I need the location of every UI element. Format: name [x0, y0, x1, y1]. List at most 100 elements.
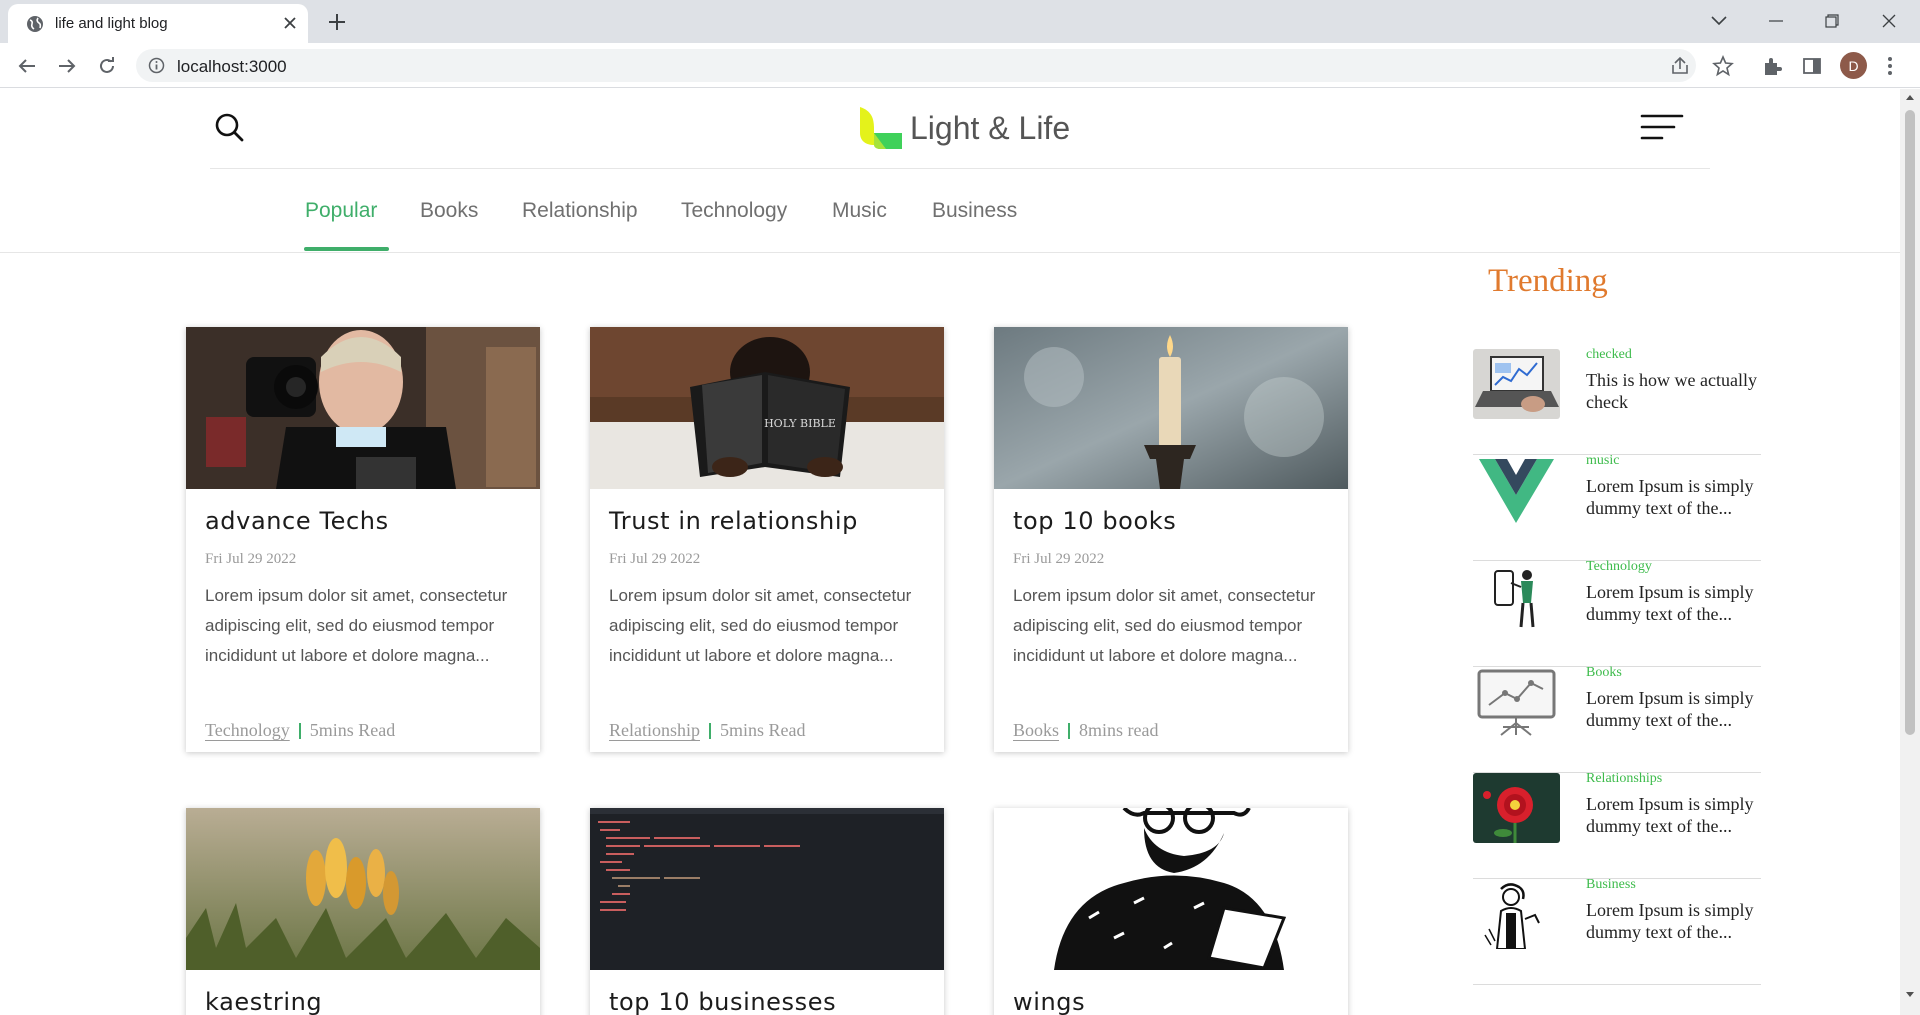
extensions-puzzle-icon[interactable] — [1761, 55, 1783, 77]
post-read-time: 5mins Read — [309, 720, 396, 740]
tab-business[interactable]: Business — [932, 199, 1017, 223]
post-card[interactable]: wings — [994, 808, 1348, 1015]
trending-heading: Trending — [1488, 263, 1608, 299]
browser-tab-strip: life and light blog — [0, 0, 1920, 43]
reload-button[interactable] — [92, 51, 122, 81]
post-card[interactable]: kaestring — [186, 808, 540, 1015]
post-date: Fri Jul 29 2022 — [1013, 551, 1105, 567]
trending-item[interactable]: checked This is how we actually check — [1473, 347, 1761, 455]
person-with-phone-illustration — [1473, 561, 1560, 631]
post-date: Fri Jul 29 2022 — [609, 551, 701, 567]
browser-toolbar: localhost:3000 D — [0, 43, 1920, 88]
tab-search-button[interactable] — [1696, 6, 1742, 36]
trending-title[interactable]: Lorem Ipsum is simply dummy text of the.… — [1586, 687, 1761, 731]
post-title[interactable]: advance Techs — [205, 507, 389, 535]
address-bar[interactable]: localhost:3000 — [136, 49, 1696, 82]
trending-title[interactable]: Lorem Ipsum is simply dummy text of the.… — [1586, 581, 1761, 625]
tab-title: life and light blog — [55, 15, 168, 32]
post-title[interactable]: Trust in relationship — [609, 507, 858, 535]
presentation-board-icon — [1473, 667, 1560, 737]
post-category-link[interactable]: Books — [1013, 720, 1059, 741]
page-scrollbar[interactable] — [1900, 89, 1920, 1015]
trending-category[interactable]: Technology — [1586, 559, 1652, 575]
scroll-up-arrow-icon[interactable] — [1905, 93, 1915, 103]
trending-item[interactable]: Books Lorem Ipsum is simply dummy text o… — [1473, 665, 1761, 773]
profile-avatar[interactable]: D — [1840, 52, 1867, 79]
trending-item[interactable]: Business Lorem Ipsum is simply dummy tex… — [1473, 877, 1761, 985]
post-footer: Relationship 5mins Read — [609, 720, 806, 741]
post-title[interactable]: top 10 businesses — [609, 988, 836, 1015]
header-divider — [210, 168, 1710, 169]
post-read-time: 8mins read — [1079, 720, 1159, 740]
forward-button[interactable] — [52, 51, 82, 81]
site-brand[interactable]: Light & Life — [858, 105, 1070, 151]
back-button[interactable] — [12, 51, 42, 81]
post-excerpt: Lorem ipsum dolor sit amet, consectetur … — [1013, 586, 1316, 665]
site-info-icon[interactable] — [148, 57, 165, 74]
trending-item[interactable]: music Lorem Ipsum is simply dummy text o… — [1473, 453, 1761, 561]
red-flower-photo — [1473, 773, 1560, 843]
trending-title[interactable]: Lorem Ipsum is simply dummy text of the.… — [1586, 793, 1761, 837]
trending-category[interactable]: Business — [1586, 877, 1636, 893]
footer-separator — [298, 722, 301, 739]
tab-books[interactable]: Books — [420, 199, 478, 223]
share-icon[interactable] — [1669, 55, 1691, 77]
bible-cover-text: HOLY BIBLE — [764, 417, 836, 430]
tab-music[interactable]: Music — [832, 199, 887, 223]
minimize-button[interactable] — [1753, 6, 1799, 36]
close-window-button[interactable] — [1866, 6, 1912, 36]
person-sketch-illustration — [1473, 879, 1560, 949]
restore-button[interactable] — [1809, 6, 1855, 36]
new-tab-icon[interactable] — [325, 10, 349, 34]
bookmark-star-icon[interactable] — [1712, 55, 1734, 77]
crocus-flowers-photo — [186, 808, 540, 970]
post-card[interactable]: HOLY BIBLE Trust in relationship Fri Jul… — [590, 327, 944, 752]
minimize-icon — [1769, 20, 1783, 22]
scrollbar-thumb[interactable] — [1905, 110, 1915, 735]
child-reading-holy-bible-photo: HOLY BIBLE — [590, 327, 944, 489]
search-icon[interactable] — [213, 111, 245, 143]
chevron-down-icon — [1711, 16, 1727, 26]
trending-category[interactable]: music — [1586, 453, 1619, 469]
post-excerpt: Lorem ipsum dolor sit amet, consectetur … — [609, 586, 912, 665]
close-tab-icon[interactable] — [281, 14, 299, 32]
candle-photo — [994, 327, 1348, 489]
tab-technology[interactable]: Technology — [681, 199, 787, 223]
trending-category[interactable]: checked — [1586, 347, 1632, 363]
tab-relationship[interactable]: Relationship — [522, 199, 638, 223]
trending-title[interactable]: This is how we actually check — [1586, 369, 1761, 413]
post-card[interactable]: advance Techs Fri Jul 29 2022 Lorem ipsu… — [186, 327, 540, 752]
reload-icon — [100, 57, 114, 73]
post-title[interactable]: kaestring — [205, 988, 322, 1015]
post-category-link[interactable]: Relationship — [609, 720, 700, 741]
more-vert-icon[interactable] — [1886, 55, 1894, 77]
url-text: localhost:3000 — [177, 57, 287, 76]
trending-title[interactable]: Lorem Ipsum is simply dummy text of the.… — [1586, 899, 1761, 943]
tab-popular[interactable]: Popular — [305, 199, 377, 223]
post-footer: Books 8mins read — [1013, 720, 1159, 741]
vue-logo — [1473, 455, 1560, 525]
side-panel-icon[interactable] — [1801, 55, 1823, 77]
browser-tab[interactable]: life and light blog — [8, 4, 308, 43]
post-category-link[interactable]: Technology — [205, 720, 290, 741]
nav-divider — [0, 252, 1900, 253]
post-title[interactable]: wings — [1013, 988, 1085, 1015]
trending-item[interactable]: Relationships Lorem Ipsum is simply dumm… — [1473, 771, 1761, 879]
trending-category[interactable]: Relationships — [1586, 771, 1662, 787]
hamburger-menu-icon[interactable] — [1640, 113, 1684, 143]
trending-title[interactable]: Lorem Ipsum is simply dummy text of the.… — [1586, 475, 1761, 519]
arrow-right-icon — [59, 59, 76, 73]
post-card[interactable]: top 10 books Fri Jul 29 2022 Lorem ipsum… — [994, 327, 1348, 752]
active-tab-indicator — [304, 247, 389, 251]
trending-item[interactable]: Technology Lorem Ipsum is simply dummy t… — [1473, 559, 1761, 667]
post-date: Fri Jul 29 2022 — [205, 551, 297, 567]
post-title[interactable]: top 10 books — [1013, 507, 1176, 535]
scroll-down-arrow-icon[interactable] — [1905, 989, 1915, 999]
post-read-time: 5mins Read — [720, 720, 806, 740]
brand-logo-icon — [860, 107, 902, 149]
post-card[interactable]: top 10 businesses — [590, 808, 944, 1015]
page-viewport: Light & Life Popular Books Relationship … — [0, 89, 1900, 1015]
post-excerpt: Lorem ipsum dolor sit amet, consectetur … — [205, 586, 508, 665]
code-editor-screenshot — [590, 808, 944, 970]
trending-category[interactable]: Books — [1586, 665, 1622, 681]
